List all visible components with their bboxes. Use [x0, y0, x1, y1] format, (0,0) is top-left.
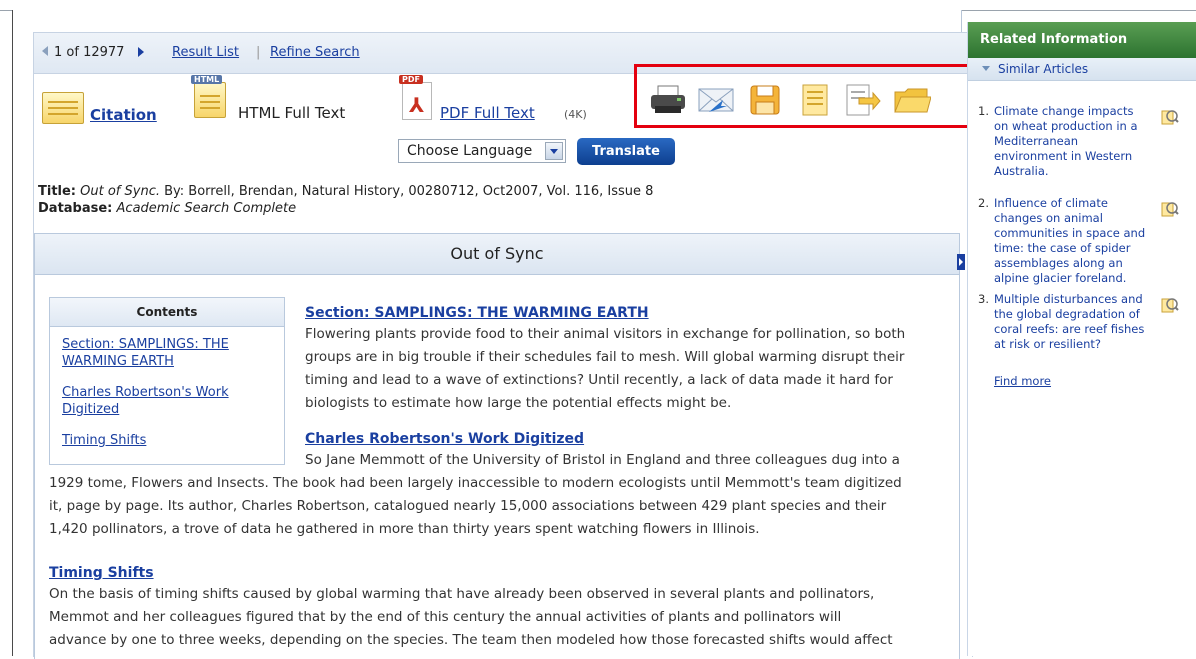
- collapse-panel-icon[interactable]: [957, 254, 965, 270]
- citation-icon[interactable]: [42, 92, 84, 124]
- related-item-number: 3.: [978, 292, 989, 306]
- pdf-icon[interactable]: PDF ⅄: [399, 75, 432, 120]
- main-panel: 1 of 12977 Result List | Refine Search C…: [12, 10, 973, 659]
- text-line: it, page by page. Its author, Charles Ro…: [49, 498, 887, 514]
- related-item-number: 2.: [978, 196, 989, 210]
- text-line: timing and lead to a wave of extinctions…: [305, 372, 893, 388]
- article-title: Out of Sync: [34, 233, 960, 275]
- contents-link-robertson[interactable]: Charles Robertson's Work Digitized: [62, 384, 272, 418]
- cite-icon[interactable]: [795, 84, 833, 116]
- magnifier-icon[interactable]: [1161, 108, 1179, 126]
- text-line: 1929 tome, Flowers and Insects. The book…: [49, 475, 902, 491]
- database-label: Database:: [38, 201, 113, 216]
- paragraph-robertson-first: So Jane Memmott of the University of Bri…: [305, 449, 900, 472]
- related-item-number: 1.: [978, 104, 989, 118]
- prev-result-icon[interactable]: [42, 45, 48, 60]
- email-icon[interactable]: [697, 84, 735, 116]
- section-title-timing[interactable]: Timing Shifts: [49, 565, 154, 581]
- next-result-icon[interactable]: [138, 46, 144, 61]
- title-value: Out of Sync.: [80, 184, 160, 199]
- paragraph-robertson-rest: 1929 tome, Flowers and Insects. The book…: [49, 472, 902, 541]
- find-more-link[interactable]: Find more: [994, 374, 1051, 388]
- export-icon[interactable]: [843, 84, 881, 116]
- record-panel: 1 of 12977 Result List | Refine Search C…: [33, 32, 973, 659]
- contents-link-samplings[interactable]: Section: SAMPLINGS: THE WARMING EARTH: [62, 336, 272, 370]
- related-item-title[interactable]: Climate change impacts on wheat producti…: [994, 104, 1150, 179]
- citation-details: By: Borrell, Brendan, Natural History, 0…: [159, 184, 654, 199]
- chevron-down-icon[interactable]: [545, 142, 563, 160]
- related-info-panel: Related Information Similar Articles 1. …: [967, 22, 1196, 656]
- similar-articles-header[interactable]: Similar Articles: [968, 58, 1196, 81]
- related-item-title[interactable]: Influence of climate changes on animal c…: [994, 196, 1150, 286]
- language-select[interactable]: Choose Language: [398, 139, 566, 163]
- database-value: Academic Search Complete: [116, 201, 297, 216]
- text-line: advance by one to three weeks, depending…: [49, 632, 893, 648]
- tools-highlight-box: [634, 64, 972, 128]
- result-position: 1 of 12977: [54, 45, 125, 60]
- paragraph-samplings: Flowering plants provide food to their a…: [305, 323, 905, 415]
- database-line: Database: Academic Search Complete: [38, 200, 653, 217]
- refine-search-link[interactable]: Refine Search: [270, 45, 360, 60]
- contents-title: Contents: [50, 298, 284, 327]
- section-title-robertson[interactable]: Charles Robertson's Work Digitized: [305, 431, 584, 447]
- title-label: Title:: [38, 184, 77, 199]
- contents-box: Contents Section: SAMPLINGS: THE WARMING…: [49, 297, 285, 465]
- citation-link[interactable]: Citation: [90, 106, 157, 124]
- text-line: groups are in big trouble if their sched…: [305, 349, 905, 365]
- text-line: biologists to estimate how large the pot…: [305, 395, 732, 411]
- magnifier-icon[interactable]: [1161, 296, 1179, 314]
- related-item[interactable]: 2. Influence of climate changes on anima…: [978, 196, 1148, 285]
- citation-info: Title: Out of Sync. By: Borrell, Brendan…: [38, 183, 653, 217]
- section-title-samplings[interactable]: Section: SAMPLINGS: THE WARMING EARTH: [305, 305, 649, 321]
- print-icon[interactable]: [649, 84, 687, 116]
- pdf-tag-label: PDF: [399, 75, 423, 84]
- text-line: Flowering plants provide food to their a…: [305, 326, 906, 342]
- pdf-full-text-link[interactable]: PDF Full Text: [440, 104, 535, 122]
- html-tag-label: HTML: [191, 75, 223, 84]
- paragraph-timing: On the basis of timing shifts caused by …: [49, 583, 893, 652]
- text-line: On the basis of timing shifts caused by …: [49, 586, 875, 602]
- pdf-size: (4K): [564, 108, 587, 121]
- html-full-text-label[interactable]: HTML Full Text: [238, 104, 345, 122]
- contents-link-timing[interactable]: Timing Shifts: [62, 432, 272, 449]
- text-line: So Jane Memmott of the University of Bri…: [305, 452, 900, 468]
- title-line: Title: Out of Sync. By: Borrell, Brendan…: [38, 183, 653, 200]
- article-body: Contents Section: SAMPLINGS: THE WARMING…: [34, 275, 960, 659]
- language-select-value: Choose Language: [407, 143, 533, 159]
- result-list-link[interactable]: Result List: [172, 45, 239, 60]
- translate-button[interactable]: Translate: [577, 138, 675, 165]
- save-icon[interactable]: [747, 84, 785, 116]
- related-info-header: Related Information: [968, 22, 1196, 58]
- text-line: Memmot and her colleagues figured that b…: [49, 609, 842, 625]
- related-item[interactable]: 3. Multiple disturbances and the global …: [978, 292, 1148, 356]
- nav-separator: |: [256, 45, 261, 60]
- related-item-title[interactable]: Multiple disturbances and the global deg…: [994, 292, 1150, 352]
- html-full-text-icon[interactable]: HTML: [191, 75, 226, 118]
- folder-icon[interactable]: [893, 84, 932, 116]
- related-item[interactable]: 1. Climate change impacts on wheat produ…: [978, 104, 1148, 178]
- magnifier-icon[interactable]: [1161, 200, 1179, 218]
- text-line: 1,420 pollinators, a trove of data he ga…: [49, 521, 760, 537]
